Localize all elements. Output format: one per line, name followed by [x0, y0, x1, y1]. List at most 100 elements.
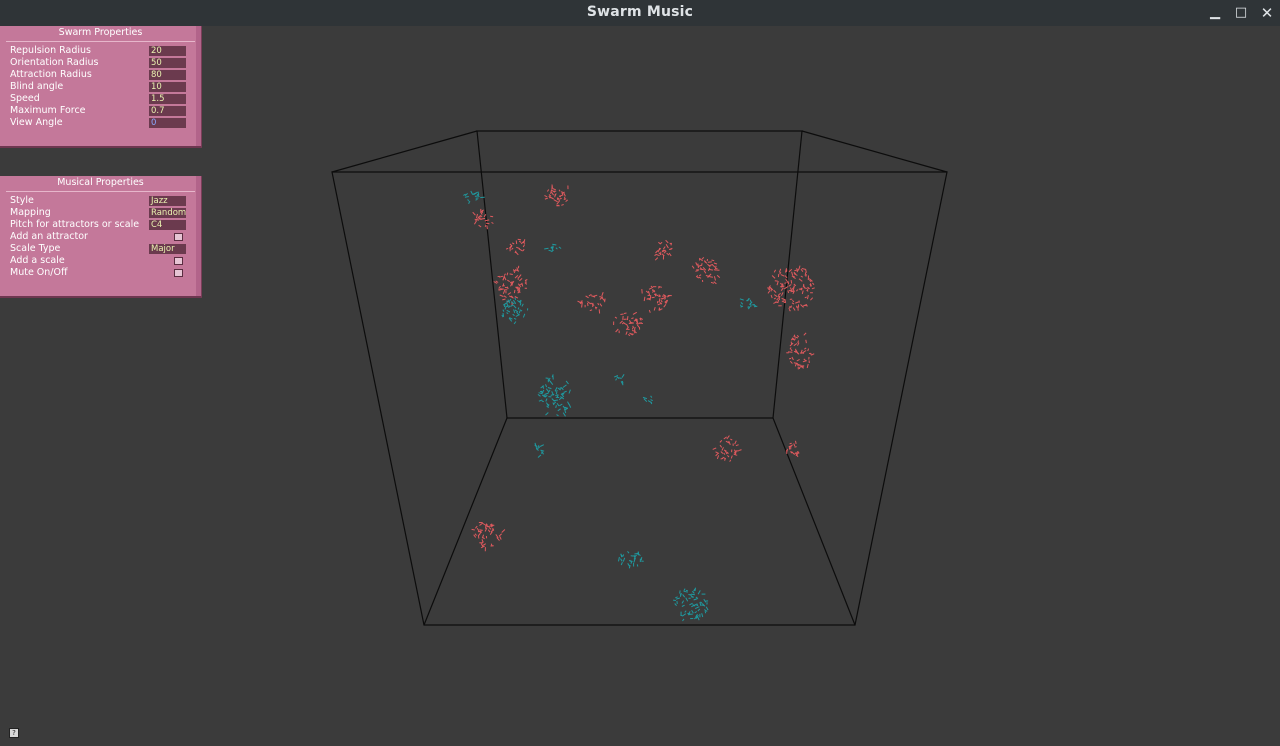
maximize-icon[interactable]: □: [1232, 4, 1250, 22]
swarm-agent: [516, 246, 520, 250]
swarm-agent: [794, 446, 797, 448]
swarm-agent: [514, 275, 519, 279]
panel-divider: [6, 41, 195, 42]
swarm-agent: [681, 604, 685, 607]
swarm-agent: [683, 590, 688, 593]
swarm-agent: [509, 273, 513, 275]
swarm-agent: [544, 194, 548, 198]
swarm-agent: [636, 324, 640, 328]
swarm-agent: [484, 224, 487, 227]
swarm-agent: [713, 276, 716, 281]
swarm-agent: [740, 302, 744, 305]
swarm-agent: [512, 313, 515, 317]
scale-type-field[interactable]: Major: [149, 244, 186, 254]
swarm-agent: [803, 287, 807, 289]
swarm-agent: [805, 274, 807, 277]
swarm-agent: [548, 249, 552, 252]
swarm-agent: [620, 553, 623, 558]
swarm-agent: [502, 289, 506, 294]
swarm-agent: [643, 296, 646, 302]
swarm-agent: [541, 400, 544, 403]
help-icon[interactable]: ?: [9, 728, 19, 738]
swarm-agent: [666, 252, 670, 256]
swarm-agent: [636, 564, 639, 567]
view-angle-row: View Angle 0: [0, 117, 201, 129]
swarm-agent: [796, 289, 799, 292]
swarm-agent: [738, 449, 742, 451]
swarm-agent: [695, 262, 698, 266]
row-label: Add an attractor: [10, 231, 88, 242]
swarm-agent: [601, 292, 604, 297]
attraction-radius-field[interactable]: 80: [149, 70, 186, 80]
swarm-agent: [801, 290, 804, 295]
add-scale-checkbox[interactable]: [174, 257, 183, 265]
swarm-agent: [780, 292, 784, 296]
swarm-agent: [658, 241, 661, 245]
swarm-agent: [697, 263, 699, 269]
swarm-agent: [793, 443, 796, 447]
swarm-agent: [490, 524, 495, 526]
swarm-agent: [807, 294, 809, 300]
pitch-field[interactable]: C4: [149, 220, 186, 230]
row-label: Blind angle: [10, 81, 64, 92]
swarm-agent: [806, 363, 809, 369]
swarm-agent: [773, 297, 777, 300]
swarm-agent: [795, 301, 799, 304]
swarm-agent: [715, 453, 719, 457]
swarm-agent: [505, 247, 509, 250]
swarm-agent: [704, 610, 707, 614]
swarm-agent: [723, 436, 727, 440]
swarm-agent: [773, 289, 777, 293]
swarm-agent: [498, 533, 503, 537]
swarm-agent: [747, 297, 750, 302]
view-angle-field[interactable]: 0: [149, 118, 186, 128]
swarm-agent: [488, 526, 492, 530]
row-label: Mapping: [10, 207, 51, 218]
repulsion-radius-field[interactable]: 20: [149, 46, 186, 56]
mute-checkbox[interactable]: [174, 269, 183, 277]
minimize-icon[interactable]: ▁: [1206, 4, 1224, 22]
style-field[interactable]: Jazz: [149, 196, 186, 206]
simulation-viewport[interactable]: Swarm Properties Repulsion Radius 20 Ori…: [0, 26, 1280, 746]
speed-field[interactable]: 1.5: [149, 94, 186, 104]
swarm-agent: [513, 304, 517, 309]
swarm-agent: [502, 276, 505, 281]
maximum-force-field[interactable]: 0.7: [149, 106, 186, 116]
swarm-agent: [517, 291, 521, 294]
mapping-field[interactable]: Random: [149, 208, 186, 218]
row-label: Pitch for attractors or scale: [10, 219, 140, 230]
swarm-agent: [643, 398, 648, 403]
swarm-agent: [682, 594, 686, 598]
swarm-agent: [622, 316, 624, 320]
swarm-agent: [674, 603, 677, 607]
swarm-agent: [784, 299, 787, 304]
add-attractor-checkbox[interactable]: [174, 233, 183, 241]
swarm-agent: [550, 191, 555, 196]
swarm-agent: [776, 298, 779, 301]
swarm-agent: [464, 196, 469, 198]
swarm-agent: [712, 447, 717, 450]
swarm-agent: [537, 454, 542, 458]
swarm-agent: [515, 251, 519, 256]
swarm-agent: [556, 414, 559, 417]
swarm-agent: [629, 559, 632, 563]
close-icon[interactable]: ✕: [1258, 4, 1276, 22]
pitch-row: Pitch for attractors or scale C4: [0, 219, 201, 231]
swarm-agent: [545, 384, 548, 388]
blind-angle-field[interactable]: 10: [149, 82, 186, 92]
swarm-agent: [690, 593, 695, 596]
swarm-agent: [694, 611, 698, 614]
row-label: Repulsion Radius: [10, 45, 92, 56]
speed-row: Speed 1.5: [0, 93, 201, 105]
swarm-agent: [795, 440, 797, 444]
panel-divider: [6, 191, 195, 192]
swarm-agent: [545, 412, 549, 416]
orientation-radius-field[interactable]: 50: [149, 58, 186, 68]
swarm-agent: [773, 269, 777, 273]
swarm-agent: [552, 402, 555, 406]
swarm-agent: [601, 297, 605, 302]
swarm-agent: [734, 440, 737, 445]
swarm-agent: [790, 280, 793, 284]
swarm-agent: [515, 240, 518, 245]
swarm-agent: [638, 322, 643, 324]
